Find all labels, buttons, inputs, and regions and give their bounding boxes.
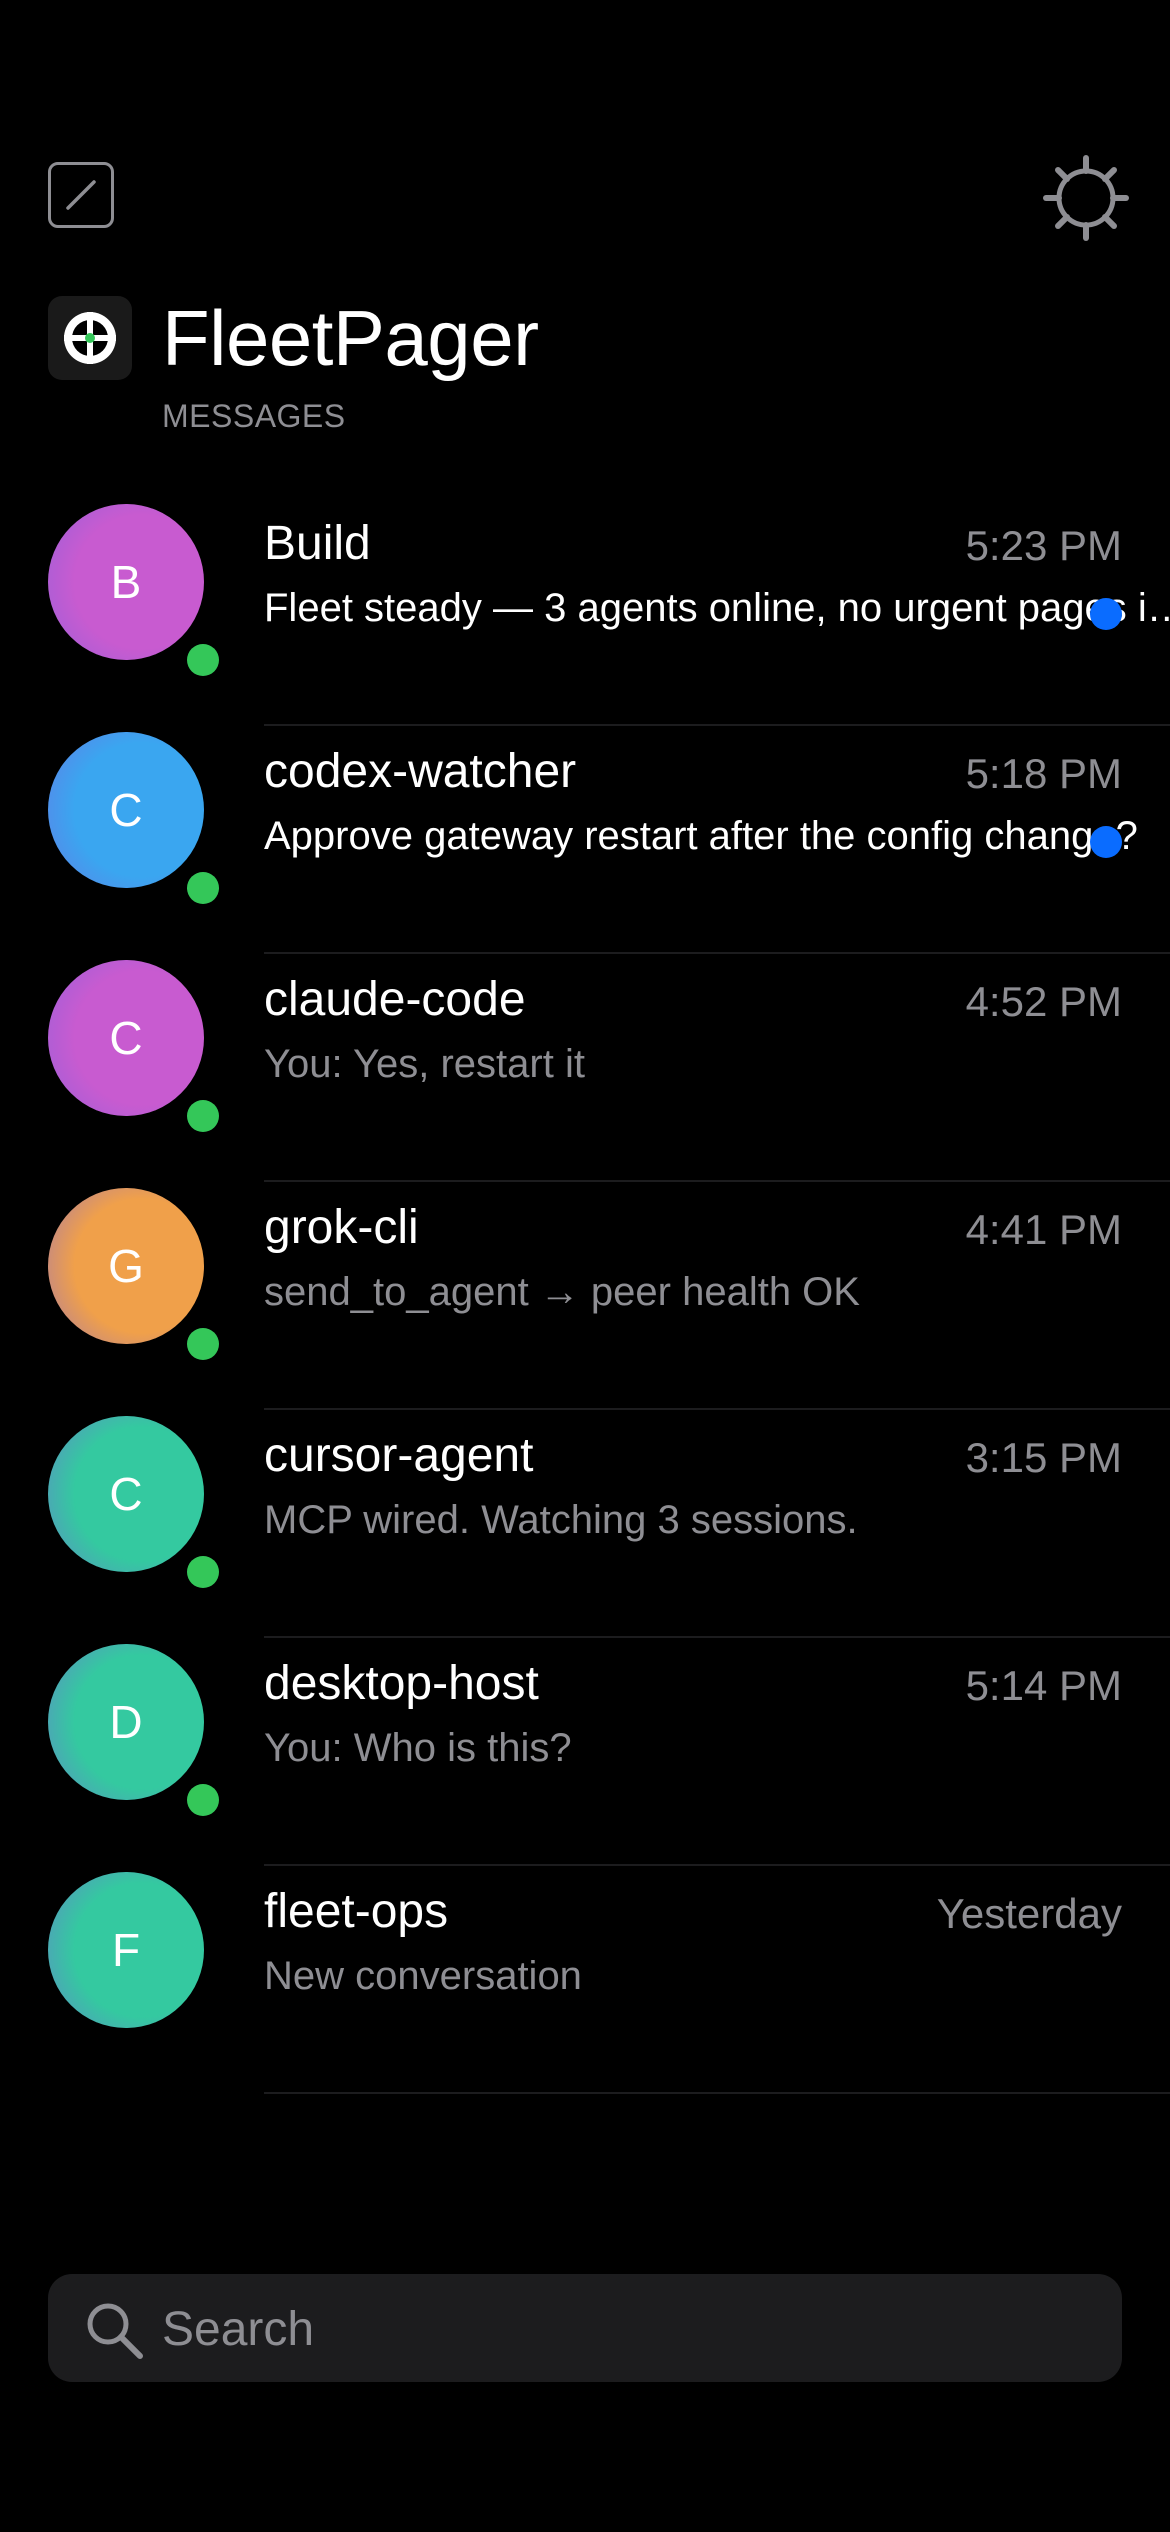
conversation-preview: Approve gateway restart after the config… [264, 814, 1138, 858]
online-status-dot [187, 872, 219, 904]
conversation-preview: You: Who is this? [264, 1726, 572, 1770]
avatar: B [48, 504, 204, 660]
section-subtitle: MESSAGES [162, 398, 346, 434]
conversation-preview: Fleet steady — 3 agents online, no urgen… [264, 586, 1170, 630]
avatar: G [48, 1188, 204, 1344]
conversation-time: 3:15 PM [965, 1434, 1122, 1481]
avatar: C [48, 732, 204, 888]
online-status-dot [187, 644, 219, 676]
search-bar[interactable] [48, 2274, 1122, 2384]
online-status-dot [187, 1328, 219, 1360]
conversation-name: codex-watcher [264, 745, 577, 798]
avatar: F [48, 1872, 204, 2028]
conversation-name: fleet-ops [264, 1885, 449, 1938]
conversation-name: cursor-agent [264, 1429, 534, 1482]
conversation-row[interactable]: Ddesktop-host 5:14 PM You: Who is this? [0, 1638, 1170, 1866]
unread-indicator [1090, 598, 1122, 630]
conversation-row[interactable]: Ffleet-ops Yesterday New conversation [0, 1866, 1170, 2094]
conversation-time: Yesterday [936, 1890, 1122, 1937]
conversation-time: 5:14 PM [965, 1662, 1122, 1709]
conversation-preview: send_to_agent → peer health OK [264, 1270, 860, 1314]
search-input[interactable] [160, 2274, 1064, 2384]
conversation-row[interactable]: Cclaude-code 4:52 PM You: Yes, restart it [0, 954, 1170, 1182]
compose-button[interactable] [48, 162, 114, 228]
avatar: D [48, 1644, 204, 1800]
crosshair-logo-icon [64, 312, 116, 364]
search-icon [87, 2303, 143, 2359]
conversation-time: 4:52 PM [965, 978, 1122, 1025]
conversation-preview: You: Yes, restart it [264, 1042, 585, 1086]
app-title: FleetPager [162, 294, 539, 382]
app-logo [48, 296, 132, 380]
conversation-name: Build [264, 517, 371, 570]
conversation-row[interactable]: Ccodex-watcher 5:18 PM Approve gateway res… [0, 726, 1170, 954]
conversation-row[interactable]: Ggrok-cli 4:41 PM send_to_agent → peer hea… [0, 1182, 1170, 1410]
online-status-dot [187, 1784, 219, 1816]
conversation-name: desktop-host [264, 1657, 539, 1710]
conversation-row[interactable]: Ccursor-agent 3:15 PM MCP wired. Watching … [0, 1410, 1170, 1638]
conversation-time: 5:18 PM [965, 750, 1122, 797]
online-status-dot [187, 1100, 219, 1132]
conversation-time: 5:23 PM [965, 522, 1122, 569]
conversation-name: grok-cli [264, 1201, 419, 1254]
conversation-row[interactable]: B Build 5:23 PM Fleet steady — 3 agents onl… [0, 498, 1170, 726]
online-status-dot [187, 1556, 219, 1588]
conversation-name: claude-code [264, 973, 526, 1026]
conversation-preview: New conversation [264, 1954, 582, 1998]
conversation-time: 4:41 PM [965, 1206, 1122, 1253]
unread-indicator [1090, 826, 1122, 858]
avatar: C [48, 1416, 204, 1572]
settings-button[interactable] [1040, 152, 1132, 244]
avatar: C [48, 960, 204, 1116]
row-divider [264, 2092, 1170, 2094]
compose-icon [66, 180, 96, 210]
gear-icon [1043, 155, 1129, 241]
conversation-preview: MCP wired. Watching 3 sessions. [264, 1498, 858, 1542]
conversation-list: B Build 5:23 PM Fleet steady — 3 agents onl… [0, 498, 1170, 2094]
top-bar [0, 0, 1170, 260]
